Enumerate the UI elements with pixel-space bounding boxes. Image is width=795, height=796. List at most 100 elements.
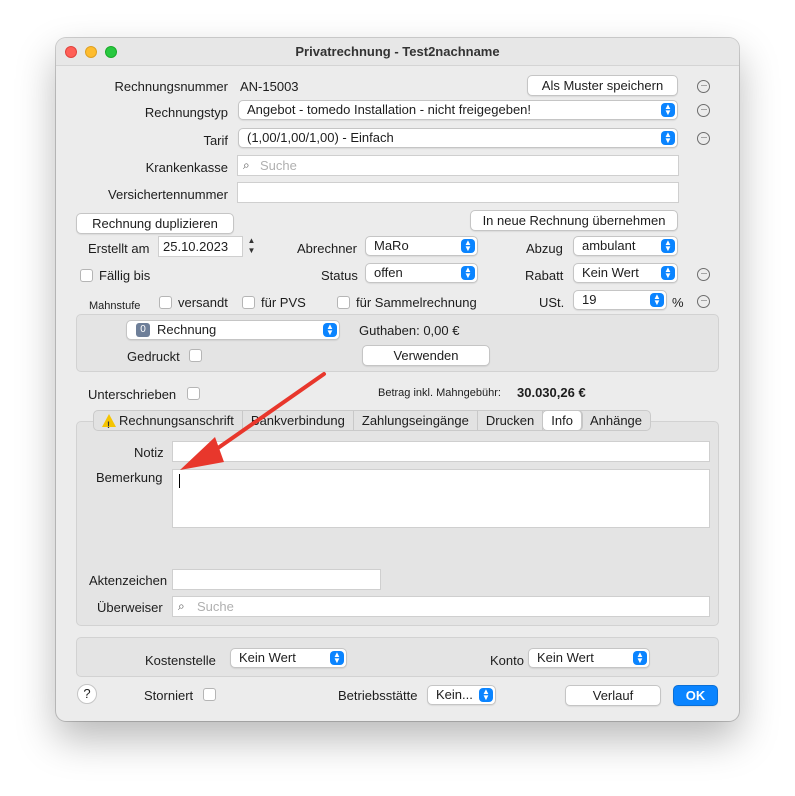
verwenden-button[interactable]: Verwenden [362, 345, 490, 366]
faellig-checkbox[interactable] [80, 269, 93, 282]
chevron-updown-icon: ▲ ▼ [330, 651, 344, 665]
text-cursor [179, 474, 180, 488]
sammelrechnung-checkbox[interactable] [337, 296, 350, 309]
ust-label: USt. [539, 295, 565, 310]
gedruckt-checkbox[interactable] [189, 349, 202, 362]
rechnungstyp-value: Angebot - tomedo Installation - nicht fr… [247, 102, 532, 117]
tab-rechnungsanschrift[interactable]: Rechnungsanschrift [94, 411, 243, 435]
tarif-select[interactable]: (1,00/1,00/1,00) - Einfach ▲ ▼ [238, 128, 678, 148]
kostenstelle-select[interactable]: Kein Wert ▲ ▼ [230, 648, 347, 668]
unterschrieben-checkbox[interactable] [187, 387, 200, 400]
status-label: Status [321, 268, 358, 283]
chevron-updown-icon: ▲ ▼ [661, 131, 675, 145]
notiz-input[interactable] [172, 441, 710, 462]
rabatt-label: Rabatt [525, 268, 564, 283]
title-bar: Privatrechnung - Test2nachname [56, 38, 739, 66]
konto-select[interactable]: Kein Wert ▲ ▼ [528, 648, 650, 668]
versandt-label: versandt [178, 295, 228, 310]
abzug-select[interactable]: ambulant ▲ ▼ [573, 236, 678, 256]
rechnungsnummer-label: Rechnungsnummer [114, 79, 228, 94]
tarif-value: (1,00/1,00/1,00) - Einfach [247, 130, 394, 145]
kostenstelle-label: Kostenstelle [145, 653, 216, 668]
transfer-to-new-invoice-button[interactable]: In neue Rechnung übernehmen [470, 210, 678, 231]
warning-icon [102, 414, 116, 435]
rechnungsnummer-value: AN-15003 [240, 79, 299, 94]
more-options-icon[interactable]: ··· [697, 268, 710, 281]
konto-label: Konto [490, 653, 524, 668]
ueberweiser-label: Überweiser [97, 600, 163, 615]
help-button[interactable]: ? [77, 684, 97, 704]
more-options-icon[interactable]: ··· [697, 80, 710, 93]
ust-select[interactable]: 19 ▲ ▼ [573, 290, 667, 310]
aktenzeichen-label: Aktenzeichen [89, 573, 168, 588]
abrechner-select[interactable]: MaRo ▲ ▼ [365, 236, 478, 256]
versandt-checkbox[interactable] [159, 296, 172, 309]
krankenkasse-label: Krankenkasse [145, 160, 228, 175]
more-options-icon[interactable]: ··· [697, 104, 710, 117]
fuer-pvs-checkbox[interactable] [242, 296, 255, 309]
betrag-label: Betrag inkl. Mahngebühr: [378, 387, 501, 399]
abrechner-value: MaRo [374, 238, 409, 253]
mahnstufe-label: Mahnstufe [89, 300, 141, 312]
document-group-box: 0 Rechnung ▲ ▼ Guthaben: 0,00 € Gedruckt … [76, 314, 719, 372]
search-icon: ⌕ [178, 599, 185, 613]
tab-bankverbindung[interactable]: Bankverbindung [243, 411, 354, 430]
date-stepper[interactable]: ▲ ▼ [246, 236, 257, 258]
storniert-label: Storniert [144, 688, 194, 703]
rechnungstyp-select[interactable]: Angebot - tomedo Installation - nicht fr… [238, 100, 678, 120]
sammelrechnung-label: für Sammelrechnung [356, 295, 477, 310]
chevron-updown-icon: ▲ ▼ [661, 103, 675, 117]
document-badge-icon: 0 [136, 323, 150, 337]
window-title: Privatrechnung - Test2nachname [295, 44, 500, 59]
erstellt-label: Erstellt am [88, 241, 150, 256]
status-select[interactable]: offen ▲ ▼ [365, 263, 478, 283]
erstellt-date-input[interactable]: 25.10.2023 [158, 236, 243, 257]
abrechner-label: Abrechner [297, 241, 357, 256]
bemerkung-textarea[interactable] [172, 469, 710, 528]
faellig-label: Fällig bis [99, 268, 151, 283]
rabatt-value: Kein Wert [582, 265, 639, 280]
tab-info[interactable]: Info [543, 411, 582, 430]
chevron-updown-icon: ▲ ▼ [323, 323, 337, 337]
status-value: offen [374, 265, 403, 280]
duplicate-invoice-button[interactable]: Rechnung duplizieren [76, 213, 234, 234]
chevron-updown-icon: ▲ ▼ [633, 651, 647, 665]
tab-drucken[interactable]: Drucken [478, 411, 544, 430]
ok-button[interactable]: OK [673, 685, 718, 706]
ust-unit: % [672, 295, 684, 310]
document-type-select[interactable]: 0 Rechnung ▲ ▼ [126, 320, 340, 340]
ust-value: 19 [582, 292, 597, 307]
tab-anhaenge[interactable]: Anhänge [582, 411, 650, 430]
footer-group-box: Kostenstelle Kein Wert ▲ ▼ Konto Kein Wer… [76, 637, 719, 677]
versichertennummer-input[interactable] [237, 182, 679, 203]
rechnungstyp-label: Rechnungstyp [144, 105, 228, 120]
storniert-checkbox[interactable] [203, 688, 216, 701]
ueberweiser-placeholder: Suche [197, 599, 234, 614]
more-options-icon[interactable]: ··· [697, 132, 710, 145]
tab-label: Rechnungsanschrift [119, 413, 234, 428]
gedruckt-label: Gedruckt [127, 349, 180, 364]
abzug-value: ambulant [582, 238, 636, 253]
betriebsstaette-select[interactable]: Kein... ▲ ▼ [427, 685, 496, 705]
abzug-label: Abzug [526, 241, 563, 256]
more-options-icon[interactable]: ··· [697, 295, 710, 308]
rabatt-select[interactable]: Kein Wert ▲ ▼ [573, 263, 678, 283]
unterschrieben-label: Unterschrieben [88, 387, 177, 402]
aktenzeichen-input[interactable] [172, 569, 381, 590]
chevron-updown-icon: ▲ ▼ [661, 239, 675, 253]
betrag-value: 30.030,26 € [517, 385, 586, 400]
tarif-label: Tarif [203, 133, 228, 148]
krankenkasse-search-input[interactable]: ⌕ Suche [237, 155, 679, 176]
chevron-updown-icon: ▲ ▼ [461, 266, 475, 280]
verlauf-button[interactable]: Verlauf [565, 685, 661, 706]
chevron-updown-icon: ▲ ▼ [650, 293, 664, 307]
tab-zahlungseingaenge[interactable]: Zahlungseingänge [354, 411, 478, 430]
chevron-updown-icon: ▲ ▼ [661, 266, 675, 280]
versichertennummer-label: Versichertennummer [108, 187, 228, 202]
save-as-template-button[interactable]: Als Muster speichern [527, 75, 678, 96]
document-type-value: Rechnung [157, 322, 217, 337]
chevron-updown-icon: ▲ ▼ [479, 688, 493, 702]
notiz-label: Notiz [134, 445, 164, 460]
tab-bar: Rechnungsanschrift Bankverbindung Zahlun… [93, 410, 652, 435]
ueberweiser-search-input[interactable]: ⌕ Suche [172, 596, 710, 617]
